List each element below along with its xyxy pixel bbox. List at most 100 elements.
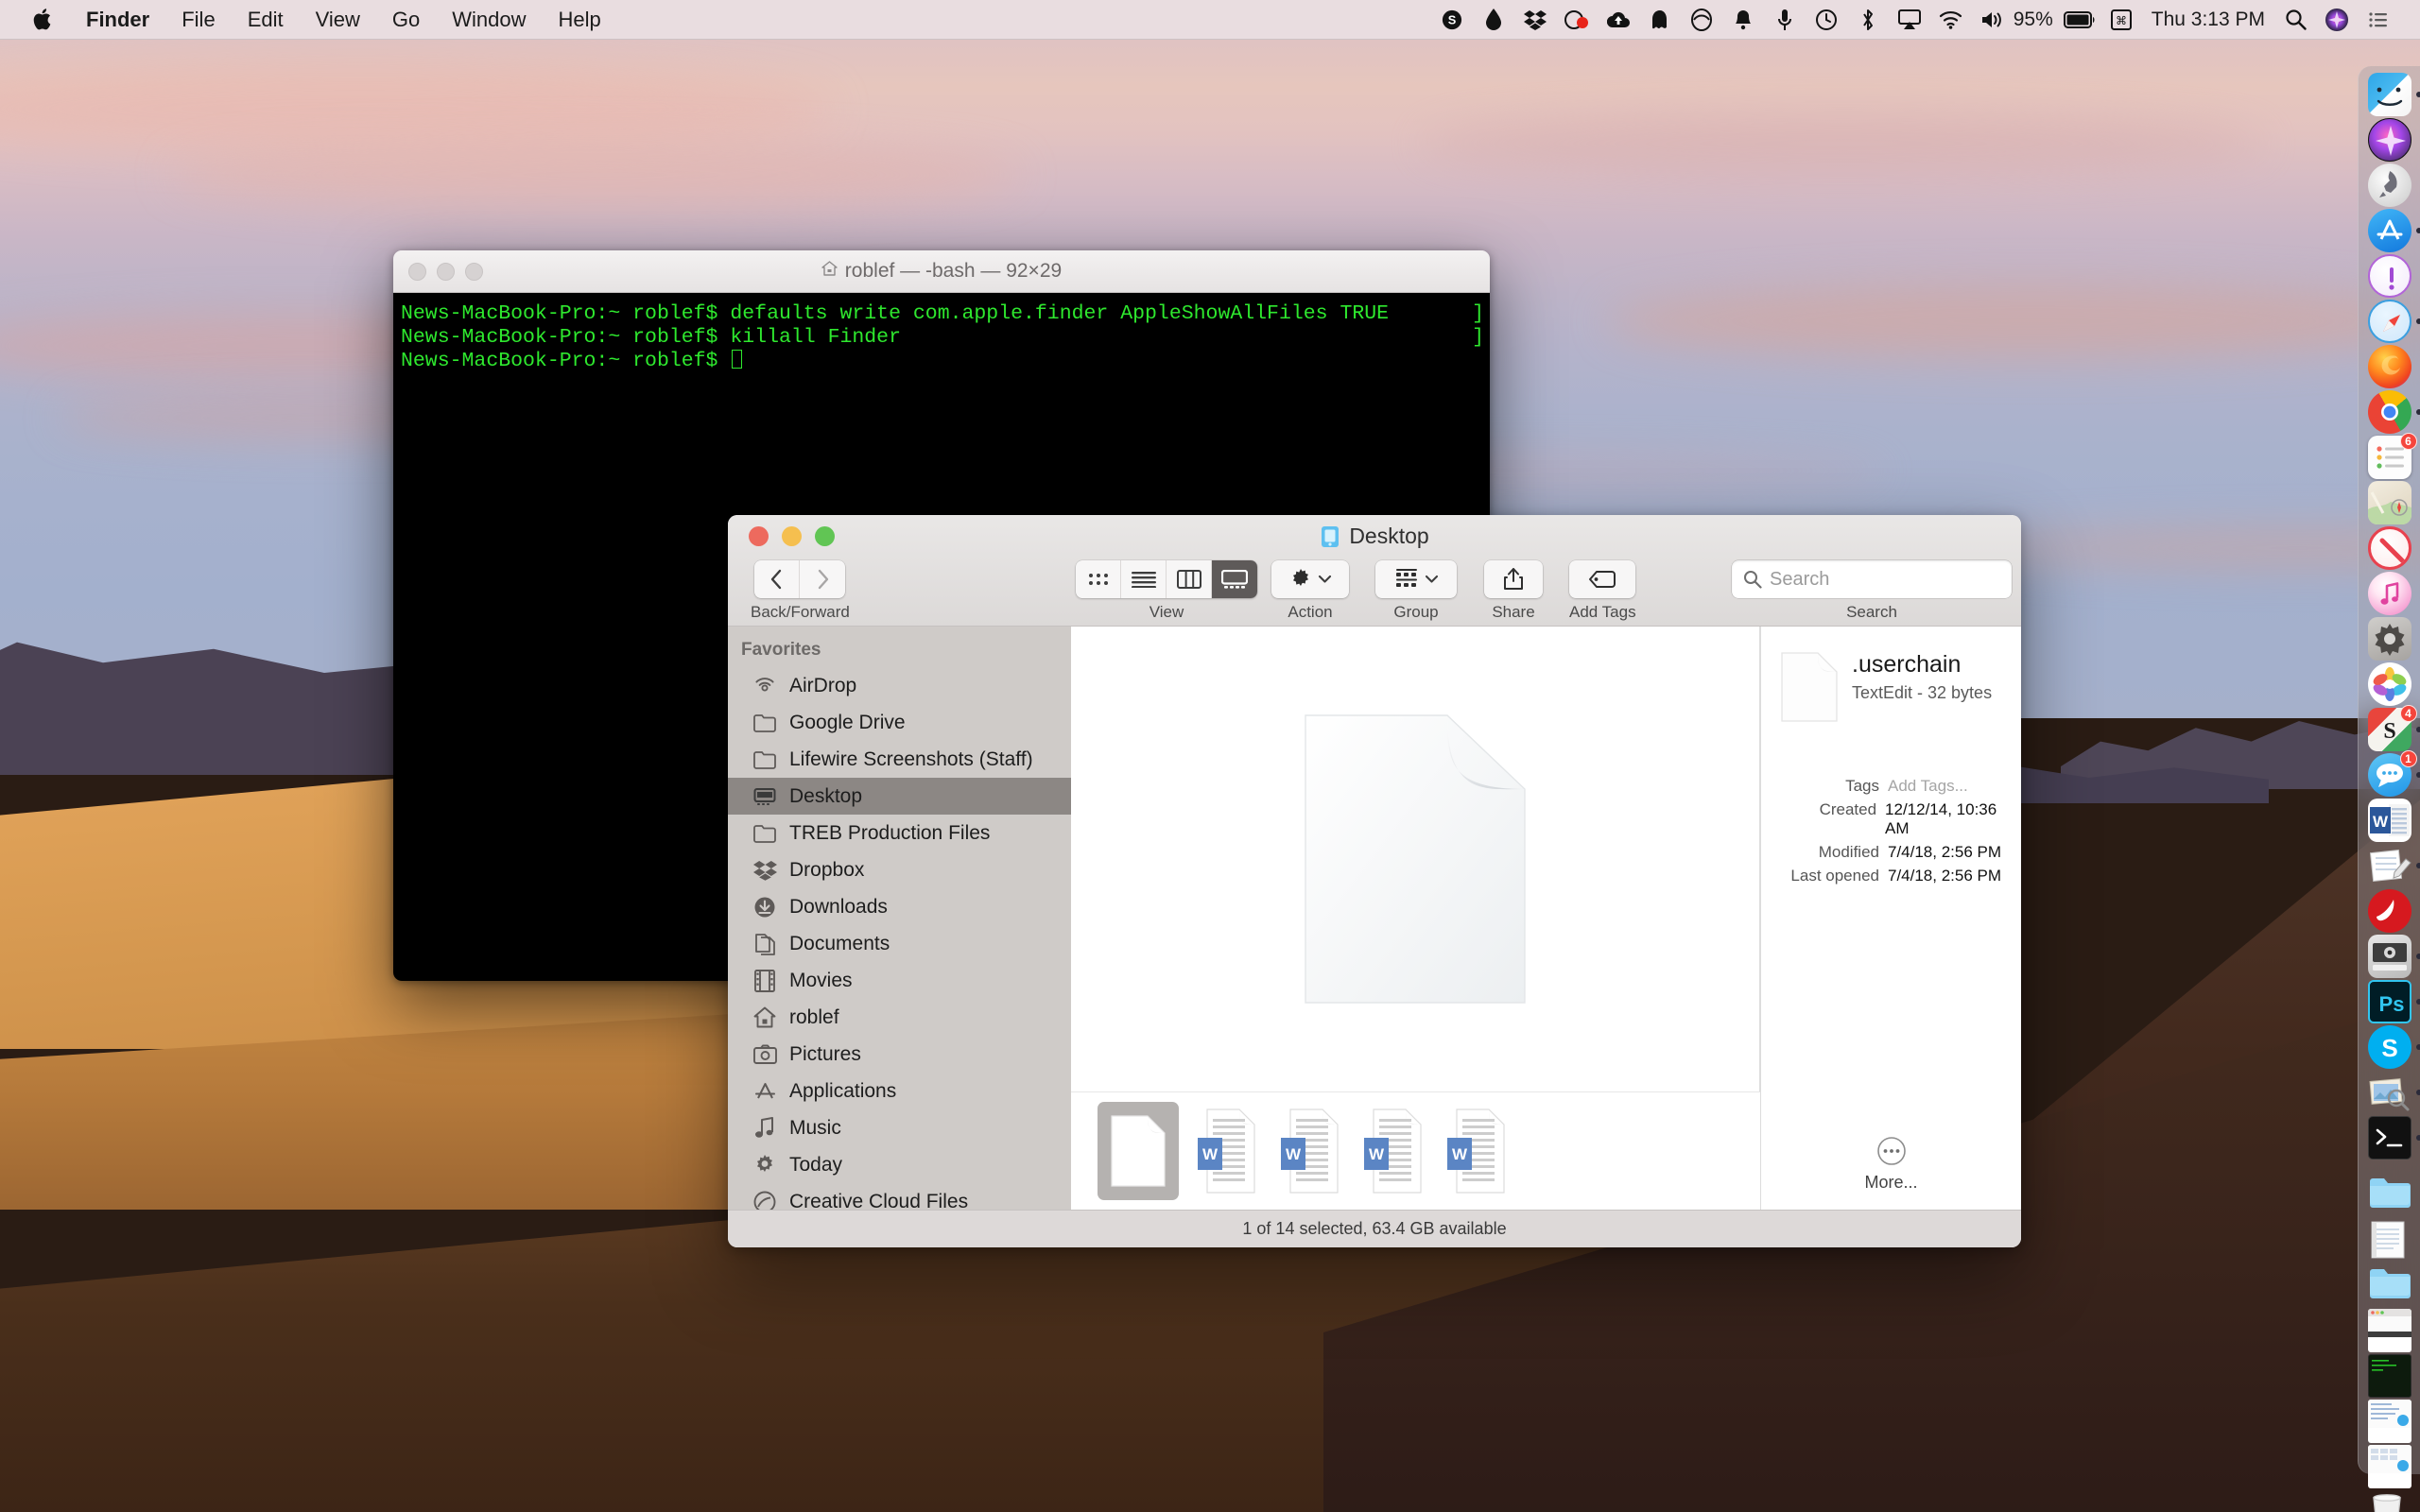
terminal-close-button[interactable] — [408, 263, 426, 281]
forward-button[interactable] — [800, 560, 845, 598]
dock[interactable]: 6 S 4 1 — [2358, 66, 2420, 1474]
preview-dock-icon[interactable] — [2364, 1071, 2415, 1114]
alert-dock-icon[interactable] — [2364, 254, 2415, 298]
menu-bar-clock[interactable]: Thu 3:13 PM — [2142, 9, 2274, 31]
back-button[interactable] — [754, 560, 800, 598]
desktop-stack-icon[interactable] — [2364, 1263, 2415, 1307]
finder-title-bar[interactable]: Desktop Back/Forward — [728, 515, 2021, 627]
downloads-stack-icon[interactable] — [2364, 1173, 2415, 1216]
safari-dock-icon[interactable] — [2364, 300, 2415, 343]
volume-icon[interactable] — [1972, 0, 2014, 40]
menu-item-view[interactable]: View — [300, 0, 376, 40]
sidebar-item-dropbox[interactable]: Dropbox — [728, 851, 1071, 888]
messages-dock-icon[interactable]: 1 — [2364, 753, 2415, 797]
list-view-button[interactable] — [1121, 560, 1167, 598]
firefox-dock-icon[interactable] — [2364, 345, 2415, 388]
maps-dock-icon[interactable] — [2364, 481, 2415, 524]
filmstrip-item[interactable]: W — [1442, 1108, 1512, 1194]
gallery-filmstrip[interactable]: W W — [1071, 1091, 1760, 1210]
wifi-icon[interactable] — [1930, 0, 1972, 40]
menu-item-help[interactable]: Help — [543, 0, 617, 40]
sidebar-item-music[interactable]: Music — [728, 1109, 1071, 1146]
sidebar-item-creative-cloud-files[interactable]: Creative Cloud Files — [728, 1183, 1071, 1210]
finder-dock-icon[interactable] — [2364, 73, 2415, 116]
gallery-view-button[interactable] — [1212, 560, 1257, 598]
chrome-dock-icon[interactable] — [2364, 390, 2415, 434]
sidebar-item-airdrop[interactable]: AirDrop — [728, 667, 1071, 704]
minimized-sheet-icon[interactable] — [2364, 1445, 2415, 1488]
file-preview[interactable] — [1071, 627, 1760, 1091]
more-button[interactable]: More... — [1761, 1136, 2021, 1193]
info-row-tags[interactable]: Tags Add Tags... — [1761, 777, 2021, 796]
airplay-icon[interactable] — [1889, 0, 1930, 40]
control-center-list-icon[interactable] — [2358, 0, 2399, 40]
minimized-window-icon[interactable] — [2364, 1309, 2415, 1352]
cloud-upload-icon[interactable] — [1598, 0, 1639, 40]
itunes-dock-icon[interactable] — [2364, 572, 2415, 615]
slack-dock-icon[interactable]: S 4 — [2364, 708, 2415, 751]
minimized-terminal-icon[interactable] — [2364, 1354, 2415, 1398]
action-button[interactable] — [1271, 560, 1349, 598]
acrobat-dock-icon[interactable] — [2364, 889, 2415, 933]
filmstrip-item[interactable]: W — [1192, 1108, 1262, 1194]
icon-view-button[interactable] — [1076, 560, 1121, 598]
sidebar-item-applications[interactable]: Applications — [728, 1073, 1071, 1109]
column-view-button[interactable] — [1167, 560, 1212, 598]
filmstrip-item[interactable]: W — [1358, 1108, 1428, 1194]
system-preferences-dock-icon[interactable] — [2364, 617, 2415, 661]
droplet-icon[interactable] — [1473, 0, 1514, 40]
sidebar-item-lifewire-screenshots[interactable]: Lifewire Screenshots (Staff) — [728, 741, 1071, 778]
finder-sidebar[interactable]: Favorites AirDrop Google Drive Lifewire … — [728, 627, 1071, 1210]
battery-icon[interactable] — [2059, 0, 2100, 40]
time-machine-icon[interactable] — [1806, 0, 1847, 40]
headphones-icon[interactable] — [1681, 0, 1722, 40]
keyboard-input-icon[interactable]: ⌘ — [2100, 0, 2142, 40]
sidebar-item-desktop[interactable]: Desktop — [728, 778, 1071, 815]
terminal-dock-icon[interactable] — [2364, 1116, 2415, 1160]
sidebar-item-movies[interactable]: Movies — [728, 962, 1071, 999]
dropbox-icon[interactable] — [1514, 0, 1556, 40]
sidebar-item-downloads[interactable]: Downloads — [728, 888, 1071, 925]
terminal-title-bar[interactable]: roblef — -bash — 92×29 — [393, 250, 1490, 293]
add-tags-button[interactable] — [1569, 560, 1635, 598]
photos-dock-icon[interactable] — [2364, 662, 2415, 706]
sidebar-item-today[interactable]: Today — [728, 1146, 1071, 1183]
search-icon[interactable] — [2274, 0, 2316, 40]
microphone-icon[interactable] — [1764, 0, 1806, 40]
terminal-minimize-button[interactable] — [437, 263, 455, 281]
minimized-doc-icon[interactable] — [2364, 1400, 2415, 1443]
menu-item-window[interactable]: Window — [436, 0, 542, 40]
sidebar-item-treb-production-files[interactable]: TREB Production Files — [728, 815, 1071, 851]
reminders-dock-icon[interactable]: 6 — [2364, 436, 2415, 479]
finder-window[interactable]: Desktop Back/Forward — [728, 515, 2021, 1247]
apple-logo-icon[interactable] — [25, 0, 62, 40]
menu-item-edit[interactable]: Edit — [232, 0, 300, 40]
siri-icon[interactable] — [2316, 0, 2358, 40]
terminal-zoom-button[interactable] — [465, 263, 483, 281]
textedit-dock-icon[interactable] — [2364, 844, 2415, 887]
search-input[interactable]: Search — [1732, 560, 2012, 598]
app-store-dock-icon[interactable] — [2364, 209, 2415, 252]
screenflow-dock-icon[interactable] — [2364, 935, 2415, 978]
sidebar-item-google-drive[interactable]: Google Drive — [728, 704, 1071, 741]
screen-record-icon[interactable] — [1556, 0, 1598, 40]
siri-dock-icon[interactable] — [2364, 118, 2415, 162]
sidebar-item-pictures[interactable]: Pictures — [728, 1036, 1071, 1073]
launchpad-dock-icon[interactable] — [2364, 163, 2415, 207]
bell-icon[interactable] — [1722, 0, 1764, 40]
menu-item-file[interactable]: File — [165, 0, 231, 40]
menu-item-go[interactable]: Go — [376, 0, 436, 40]
sidebar-item-roblef[interactable]: roblef — [728, 999, 1071, 1036]
share-button[interactable] — [1484, 560, 1543, 598]
word-dock-icon[interactable]: W — [2364, 799, 2415, 842]
filmstrip-item[interactable]: W — [1275, 1108, 1345, 1194]
sidebar-item-documents[interactable]: Documents — [728, 925, 1071, 962]
menu-item-finder[interactable]: Finder — [70, 0, 165, 40]
info-value[interactable]: Add Tags... — [1888, 777, 1968, 796]
group-button[interactable] — [1375, 560, 1457, 598]
blocked-dock-icon[interactable] — [2364, 526, 2415, 570]
trash-icon[interactable] — [2364, 1490, 2415, 1512]
filmstrip-item-selected[interactable] — [1098, 1102, 1179, 1200]
ghost-icon[interactable] — [1639, 0, 1681, 40]
documents-stack-icon[interactable] — [2364, 1218, 2415, 1262]
